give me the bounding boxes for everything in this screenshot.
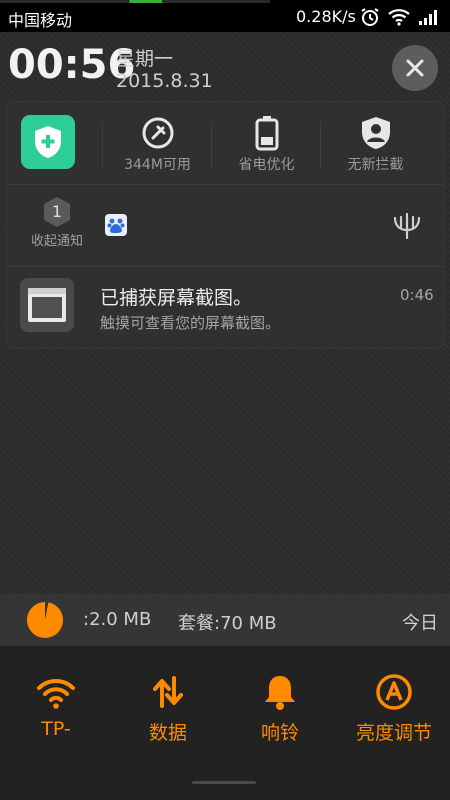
toggle-label-brightness: 亮度调节: [355, 722, 432, 744]
notification-title: 已捕获屏幕截图。: [100, 287, 253, 309]
memory-clean-icon: [142, 117, 174, 149]
memory-label: 344M可用: [124, 157, 191, 173]
signal-icon: [418, 8, 440, 30]
notification-time: 0:46: [400, 286, 434, 304]
toggle-brightness[interactable]: 亮度调节: [338, 646, 450, 766]
security-shield-icon: [21, 115, 75, 169]
toggle-wifi[interactable]: TP-: [0, 646, 112, 766]
power-saving-label: 省电优化: [238, 157, 295, 173]
notification-count-badge: 1: [42, 196, 72, 227]
trident-icon[interactable]: [392, 212, 422, 244]
auto-brightness-icon: [376, 674, 412, 710]
home-indicator[interactable]: [192, 781, 256, 784]
screenshot-icon: [20, 278, 74, 332]
close-icon: [406, 59, 424, 77]
battery-icon: [255, 116, 279, 151]
status-bar: 中国移动 0.28K/s: [0, 0, 450, 32]
wifi-icon: [37, 678, 75, 709]
block-user-icon: [362, 117, 390, 149]
data-plan: 套餐:70 MB: [178, 613, 277, 634]
data-usage-pie-icon: [27, 602, 63, 638]
toggle-ringer[interactable]: 响铃: [224, 646, 336, 766]
quick-action-power-saving[interactable]: 省电优化: [212, 102, 321, 184]
screenshot-notification[interactable]: 已捕获屏幕截图。 触摸可查看您的屏幕截图。 0:46: [7, 267, 444, 347]
data-transfer-icon: [153, 676, 183, 708]
notification-panel: 344M可用 省电优化 无新拦截 1 收起通知 已捕获屏幕截图。 触摸可查看您的…: [7, 102, 444, 348]
divider: [7, 184, 444, 185]
notification-count: 1: [51, 201, 63, 221]
collapse-notifications-button[interactable]: 1 收起通知: [17, 196, 97, 252]
status-icons: [360, 7, 440, 31]
close-button[interactable]: [392, 45, 438, 91]
network-speed: 0.28K/s: [296, 7, 356, 26]
quick-toggles: TP- 数据 响铃 亮度调节: [0, 646, 450, 800]
toggle-label-wifi: TP-: [41, 718, 71, 740]
carrier-name: 中国移动: [8, 11, 73, 30]
data-today: 今日: [402, 613, 438, 634]
alarm-icon: [360, 7, 380, 31]
date-label: 2015.8.31: [116, 70, 213, 92]
weekday-label: 星期一: [116, 48, 174, 70]
quick-action-interception[interactable]: 无新拦截: [321, 102, 430, 184]
notification-text: 触摸可查看您的屏幕截图。: [100, 314, 281, 332]
baidu-icon[interactable]: [105, 214, 127, 236]
quick-actions-row: 344M可用 省电优化 无新拦截: [7, 102, 444, 184]
quick-action-security[interactable]: [7, 102, 116, 184]
collapse-label: 收起通知: [30, 234, 83, 249]
toggle-label-ringer: 响铃: [260, 722, 299, 744]
quick-action-memory[interactable]: 344M可用: [103, 102, 212, 184]
wifi-icon: [388, 8, 410, 30]
interception-label: 无新拦截: [347, 157, 404, 173]
toggle-data[interactable]: 数据: [112, 646, 224, 766]
status-progress-line: [0, 0, 270, 3]
data-used: :2.0 MB: [83, 609, 152, 630]
bell-icon: [265, 676, 295, 710]
toggle-label-data: 数据: [148, 722, 187, 744]
